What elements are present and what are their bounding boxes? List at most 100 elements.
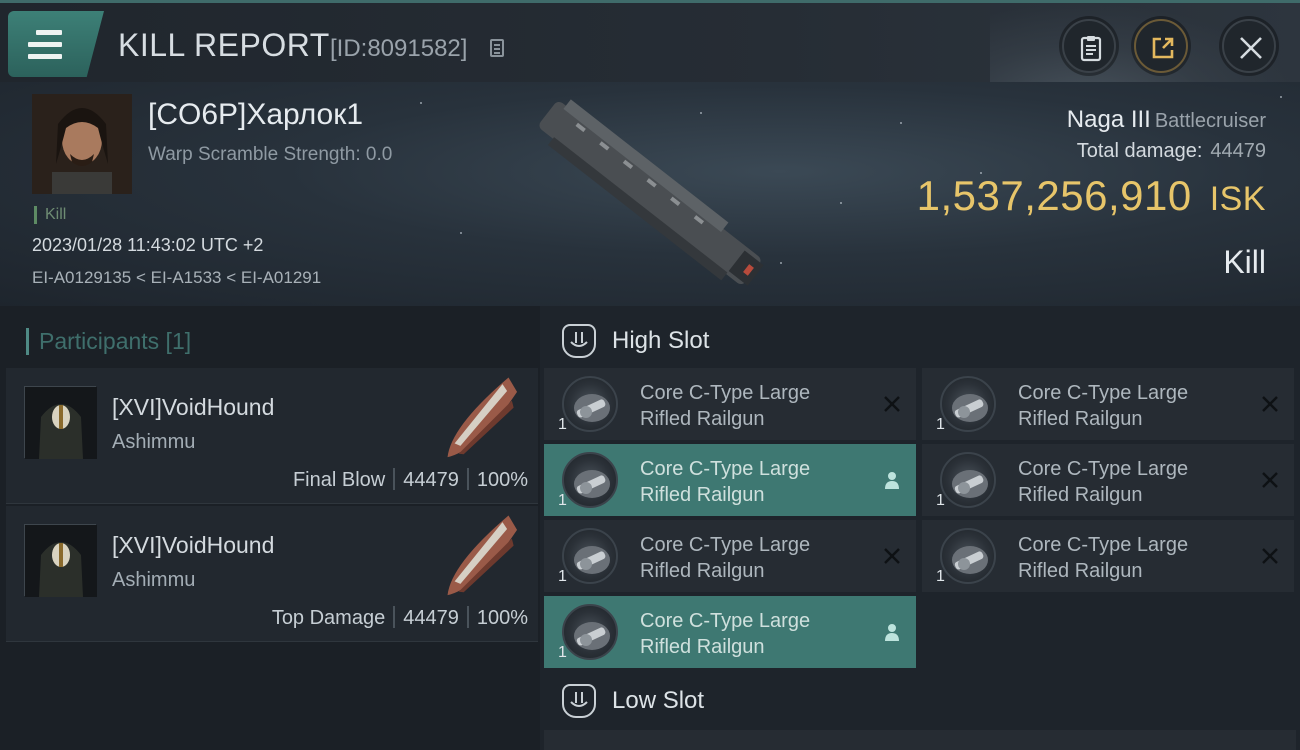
module-quantity: 1	[936, 416, 945, 433]
module-name-line2: Rifled Railgun	[640, 408, 765, 430]
module-name-line2: Rifled Railgun	[640, 484, 765, 506]
module-name-line1: Core C-Type Large	[1018, 534, 1189, 556]
isk-value: 1,537,256,910 ISK	[917, 172, 1266, 220]
module-quantity: 1	[558, 644, 567, 661]
low-slot-icon	[562, 684, 596, 718]
destroyed-x-icon	[1260, 470, 1280, 490]
participant-stats: Top Damage 44479 100%	[272, 606, 528, 630]
victim-ship-image	[539, 99, 764, 286]
top-bar: KILL REPORT [ID:8091582]	[0, 0, 1300, 85]
copy-icon[interactable]	[490, 39, 504, 57]
module-item[interactable]: 1 Core C-Type Large Rifled Railgun	[544, 444, 916, 516]
victim-ship[interactable]: Naga III Battlecruiser	[1067, 106, 1266, 134]
module-name-line1: Core C-Type Large	[1018, 458, 1189, 480]
total-damage-label: Total damage:	[1076, 140, 1203, 162]
module-name-line1: Core C-Type Large	[640, 382, 811, 404]
clipboard-button[interactable]	[1062, 19, 1116, 73]
close-button[interactable]	[1222, 19, 1276, 73]
module-name: Core C-Type Large Rifled Railgun	[640, 456, 860, 508]
isk-unit: ISK	[1209, 180, 1266, 218]
module-item[interactable]: 1 Core C-Type Large Rifled Railgun	[922, 444, 1294, 516]
total-damage-value: 44479	[1210, 140, 1266, 162]
module-item[interactable]: 1 Core C-Type Large Rifled Railgun	[544, 368, 916, 440]
stat-label: Top Damage	[271, 607, 386, 629]
module-name: Core C-Type Large Rifled Railgun	[1018, 456, 1238, 508]
damage-percent: 100%	[476, 607, 528, 629]
module-name: Core C-Type Large Rifled Railgun	[1018, 380, 1238, 432]
module-name-line2: Rifled Railgun	[1018, 560, 1143, 582]
page-title: KILL REPORT	[118, 27, 330, 63]
menu-button[interactable]	[8, 11, 104, 77]
victim-portrait[interactable]	[32, 94, 132, 194]
module-name-line2: Rifled Railgun	[640, 636, 765, 658]
dropped-person-icon	[882, 622, 902, 642]
kill-tag: Kill	[34, 206, 66, 224]
participant-ship-image	[447, 515, 518, 596]
module-quantity: 1	[936, 492, 945, 509]
participant-name[interactable]: [XVI]VoidHound	[112, 532, 274, 559]
participants-panel: Participants [1] [XVI]VoidHound Ashimmu …	[0, 306, 540, 750]
low-slot-label: Low Slot	[612, 687, 705, 714]
kill-datetime: 2023/01/28 11:43:02 UTC +2	[32, 235, 264, 255]
participants-header: Participants [1]	[26, 328, 191, 355]
module-name: Core C-Type Large Rifled Railgun	[640, 532, 860, 584]
report-id: [ID:8091582]	[330, 35, 468, 62]
share-button[interactable]	[1134, 19, 1188, 73]
damage-value: 44479	[403, 607, 459, 629]
module-name-line1: Core C-Type Large	[1018, 382, 1189, 404]
low-slot-items	[544, 730, 1296, 750]
participant-ship: Ashimmu	[112, 431, 196, 453]
module-item[interactable]: 1 Core C-Type Large Rifled Railgun	[922, 368, 1294, 440]
participant-stats: Final Blow 44479 100%	[293, 468, 528, 492]
railgun-module-icon	[562, 376, 618, 432]
railgun-module-icon	[940, 452, 996, 508]
high-slot-label: High Slot	[612, 327, 710, 354]
participant-card[interactable]: [XVI]VoidHound Ashimmu Final Blow 44479 10…	[6, 368, 538, 504]
victim-name[interactable]: [CO6P]Харлок1	[148, 98, 363, 132]
module-name-line1: Core C-Type Large	[640, 458, 811, 480]
module-name: Core C-Type Large Rifled Railgun	[1018, 532, 1238, 584]
participant-ship-image	[447, 377, 518, 458]
participant-avatar[interactable]	[24, 524, 97, 597]
high-slot-icon	[562, 324, 596, 358]
railgun-module-icon	[562, 452, 618, 508]
clipboard-icon	[1080, 36, 1102, 62]
stat-label: Final Blow	[292, 469, 386, 491]
dropped-person-icon	[882, 470, 902, 490]
module-item[interactable]: 1 Core C-Type Large Rifled Railgun	[544, 520, 916, 592]
module-quantity: 1	[558, 568, 567, 585]
railgun-module-icon	[940, 376, 996, 432]
isk-amount: 1,537,256,910	[916, 172, 1192, 219]
ship-name: Naga III	[1066, 106, 1151, 133]
fitting-panel: High Slot 1 Core C-Type Large Rifled Railg…	[540, 306, 1300, 750]
participant-card[interactable]: [XVI]VoidHound Ashimmu Top Damage 44479 10…	[6, 506, 538, 642]
module-name-line1: Core C-Type Large	[640, 610, 811, 632]
destroyed-x-icon	[882, 546, 902, 566]
participant-name[interactable]: [XVI]VoidHound	[112, 394, 274, 421]
module-quantity: 1	[558, 492, 567, 509]
module-name: Core C-Type Large Rifled Railgun	[640, 380, 860, 432]
module-name-line2: Rifled Railgun	[640, 560, 765, 582]
module-item[interactable]: 1 Core C-Type Large Rifled Railgun	[922, 520, 1294, 592]
result-label: Kill	[1223, 244, 1266, 280]
module-name-line2: Rifled Railgun	[1018, 408, 1143, 430]
participant-avatar[interactable]	[24, 386, 97, 459]
close-icon	[1240, 37, 1262, 59]
participant-ship: Ashimmu	[112, 569, 196, 591]
module-item[interactable]: 1 Core C-Type Large Rifled Railgun	[544, 596, 916, 668]
destroyed-x-icon	[1260, 394, 1280, 414]
destroyed-x-icon	[1260, 546, 1280, 566]
railgun-module-icon	[940, 528, 996, 584]
damage-percent: 100%	[476, 469, 528, 491]
module-name: Core C-Type Large Rifled Railgun	[640, 608, 860, 660]
total-damage: Total damage: 44479	[1077, 140, 1266, 163]
system-route: EI-A0129135 < EI-A1533 < EI-A01291	[32, 268, 322, 287]
destroyed-x-icon	[882, 394, 902, 414]
module-name-line2: Rifled Railgun	[1018, 484, 1143, 506]
railgun-module-icon	[562, 604, 618, 660]
damage-value: 44479	[403, 469, 459, 491]
share-icon	[1152, 37, 1174, 59]
module-quantity: 1	[558, 416, 567, 433]
module-quantity: 1	[936, 568, 945, 585]
warp-scramble-strength: Warp Scramble Strength: 0.0	[148, 144, 393, 165]
